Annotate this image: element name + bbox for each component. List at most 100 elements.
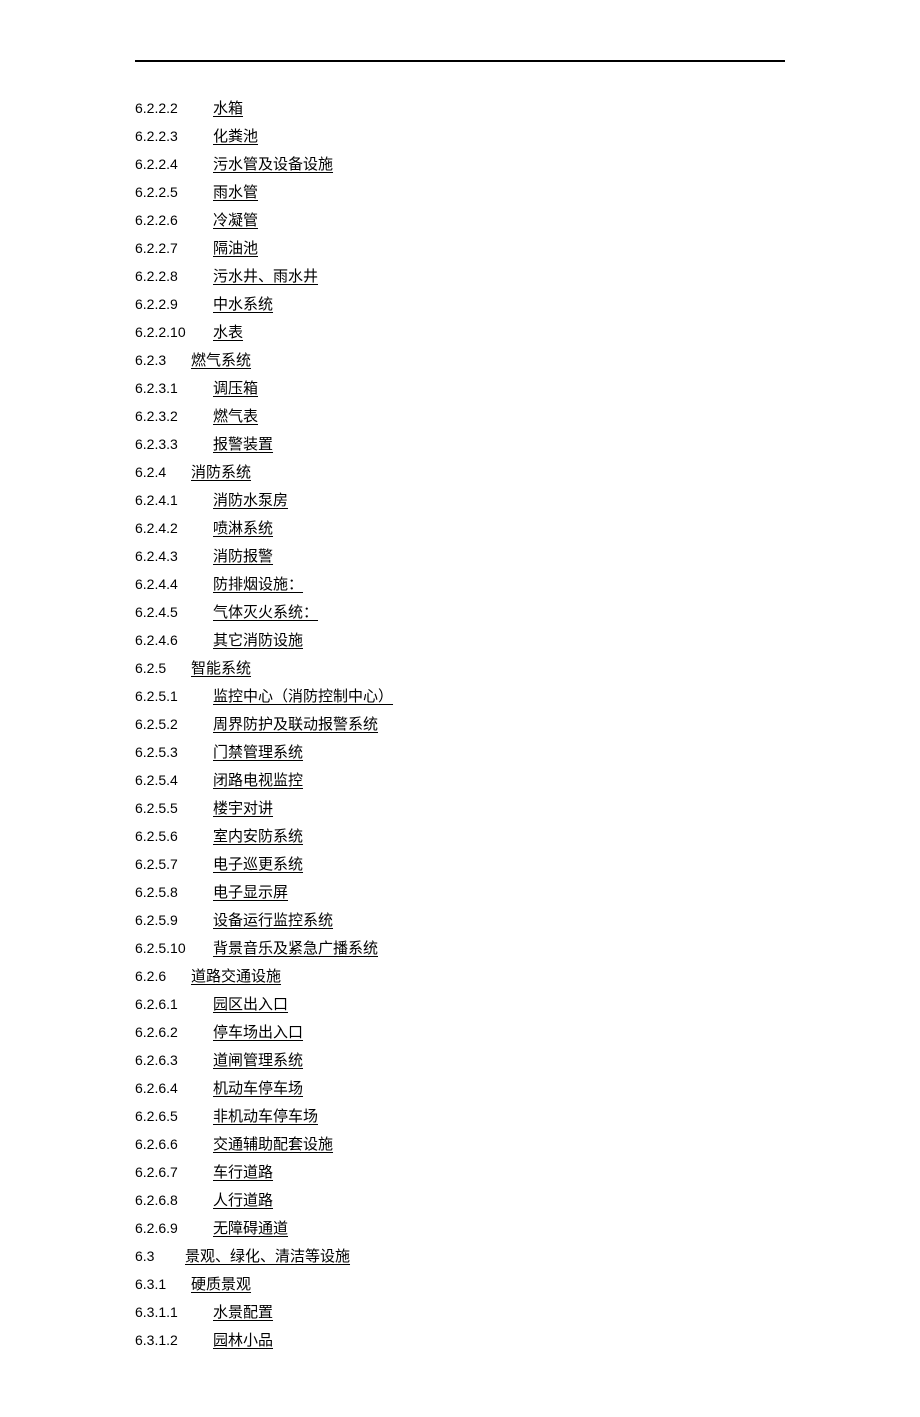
toc-title[interactable]: 门禁管理系统 [213, 741, 303, 765]
document-page: 6.2.2.2水箱 6.2.2.3化粪池 6.2.2.4污水管及设备设施 6.2.2.… [0, 0, 920, 1417]
toc-number: 6.3.1 [135, 1273, 191, 1295]
toc-title[interactable]: 智能系统 [191, 657, 251, 681]
toc-entry: 6.2.2.3化粪池 [135, 125, 785, 149]
toc-title[interactable]: 报警装置 [213, 433, 273, 457]
toc-title[interactable]: 楼宇对讲 [213, 797, 273, 821]
toc-number: 6.2.5.4 [135, 769, 213, 791]
toc-title[interactable]: 调压箱 [213, 377, 258, 401]
toc-number: 6.2.6.4 [135, 1077, 213, 1099]
toc-title[interactable]: 消防水泵房 [213, 489, 288, 513]
toc-entry: 6.2.4.5气体灭火系统： [135, 601, 785, 625]
toc-title[interactable]: 燃气系统 [191, 349, 251, 373]
toc-number: 6.2.4 [135, 461, 191, 483]
toc-title[interactable]: 消防报警 [213, 545, 273, 569]
toc-title[interactable]: 冷凝管 [213, 209, 258, 233]
toc-entry: 6.3.1.1水景配置 [135, 1301, 785, 1325]
toc-number: 6.2.5.5 [135, 797, 213, 819]
toc-number: 6.2.4.2 [135, 517, 213, 539]
toc-number: 6.2.4.3 [135, 545, 213, 567]
toc-entry: 6.2.2.5雨水管 [135, 181, 785, 205]
toc-title[interactable]: 周界防护及联动报警系统 [213, 713, 378, 737]
toc-title[interactable]: 防排烟设施： [213, 573, 303, 597]
toc-number: 6.2.2.3 [135, 125, 213, 147]
toc-title[interactable]: 污水管及设备设施 [213, 153, 333, 177]
toc-title[interactable]: 水箱 [213, 97, 243, 121]
toc-entry: 6.2.4消防系统 [135, 461, 785, 485]
toc-entry: 6.2.2.4污水管及设备设施 [135, 153, 785, 177]
toc-title[interactable]: 机动车停车场 [213, 1077, 303, 1101]
toc-title[interactable]: 水表 [213, 321, 243, 345]
toc-title[interactable]: 隔油池 [213, 237, 258, 261]
toc-title[interactable]: 背景音乐及紧急广播系统 [213, 937, 378, 961]
toc-number: 6.2.4.5 [135, 601, 213, 623]
toc-title[interactable]: 消防系统 [191, 461, 251, 485]
toc-entry: 6.2.5.10背景音乐及紧急广播系统 [135, 937, 785, 961]
toc-number: 6.2.2.9 [135, 293, 213, 315]
toc-title[interactable]: 气体灭火系统： [213, 601, 318, 625]
toc-number: 6.2.2.6 [135, 209, 213, 231]
toc-entry: 6.2.5智能系统 [135, 657, 785, 681]
toc-title[interactable]: 闭路电视监控 [213, 769, 303, 793]
toc-title[interactable]: 园区出入口 [213, 993, 288, 1017]
toc-title[interactable]: 硬质景观 [191, 1273, 251, 1297]
toc-title[interactable]: 污水井、雨水井 [213, 265, 318, 289]
toc-entry: 6.2.5.6室内安防系统 [135, 825, 785, 849]
toc-entry: 6.2.4.2喷淋系统 [135, 517, 785, 541]
toc-entry: 6.3.1.2园林小品 [135, 1329, 785, 1353]
toc-number: 6.2.6.7 [135, 1161, 213, 1183]
toc-entry: 6.2.2.8污水井、雨水井 [135, 265, 785, 289]
toc-title[interactable]: 设备运行监控系统 [213, 909, 333, 933]
toc-entry: 6.2.6.8人行道路 [135, 1189, 785, 1213]
toc-title[interactable]: 道闸管理系统 [213, 1049, 303, 1073]
toc-title[interactable]: 燃气表 [213, 405, 258, 429]
toc-entry: 6.2.3燃气系统 [135, 349, 785, 373]
toc-number: 6.2.4.4 [135, 573, 213, 595]
toc-entry: 6.2.6.9无障碍通道 [135, 1217, 785, 1241]
toc-title[interactable]: 化粪池 [213, 125, 258, 149]
toc-title[interactable]: 喷淋系统 [213, 517, 273, 541]
toc-title[interactable]: 电子显示屏 [213, 881, 288, 905]
toc-entry: 6.2.4.1消防水泵房 [135, 489, 785, 513]
toc-number: 6.2.5 [135, 657, 191, 679]
toc-entry: 6.2.6.5非机动车停车场 [135, 1105, 785, 1129]
toc-title[interactable]: 园林小品 [213, 1329, 273, 1353]
toc-entry: 6.2.5.3门禁管理系统 [135, 741, 785, 765]
toc-entry: 6.2.3.3报警装置 [135, 433, 785, 457]
toc-title[interactable]: 监控中心（消防控制中心） [213, 685, 393, 709]
toc-entry: 6.2.6.4机动车停车场 [135, 1077, 785, 1101]
toc-entry: 6.2.5.5楼宇对讲 [135, 797, 785, 821]
toc-title[interactable]: 其它消防设施 [213, 629, 303, 653]
toc-title[interactable]: 室内安防系统 [213, 825, 303, 849]
toc-title[interactable]: 停车场出入口 [213, 1021, 303, 1045]
toc-entry: 6.2.3.2燃气表 [135, 405, 785, 429]
toc-title[interactable]: 道路交通设施 [191, 965, 281, 989]
toc-title[interactable]: 车行道路 [213, 1161, 273, 1185]
toc-entry: 6.3景观、绿化、清洁等设施 [135, 1245, 785, 1269]
toc-number: 6.2.5.7 [135, 853, 213, 875]
header-rule [135, 60, 785, 62]
toc-title[interactable]: 雨水管 [213, 181, 258, 205]
toc-title[interactable]: 电子巡更系统 [213, 853, 303, 877]
toc-number: 6.2.5.9 [135, 909, 213, 931]
toc-title[interactable]: 水景配置 [213, 1301, 273, 1325]
toc-entry: 6.2.5.9设备运行监控系统 [135, 909, 785, 933]
toc-entry: 6.2.6.2停车场出入口 [135, 1021, 785, 1045]
toc-title[interactable]: 交通辅助配套设施 [213, 1133, 333, 1157]
toc-title[interactable]: 无障碍通道 [213, 1217, 288, 1241]
toc-entry: 6.2.4.6其它消防设施 [135, 629, 785, 653]
toc-title[interactable]: 人行道路 [213, 1189, 273, 1213]
toc-number: 6.2.2.5 [135, 181, 213, 203]
toc-title[interactable]: 中水系统 [213, 293, 273, 317]
toc-number: 6.2.2.7 [135, 237, 213, 259]
toc-number: 6.2.6.6 [135, 1133, 213, 1155]
toc-entry: 6.2.5.7电子巡更系统 [135, 853, 785, 877]
toc-entry: 6.2.2.2水箱 [135, 97, 785, 121]
toc-title[interactable]: 非机动车停车场 [213, 1105, 318, 1129]
toc-number: 6.2.6.2 [135, 1021, 213, 1043]
toc-number: 6.2.5.3 [135, 741, 213, 763]
toc-entry: 6.2.6.3道闸管理系统 [135, 1049, 785, 1073]
toc-entry: 6.2.2.7隔油池 [135, 237, 785, 261]
toc-number: 6.2.4.6 [135, 629, 213, 651]
toc-title[interactable]: 景观、绿化、清洁等设施 [185, 1245, 350, 1269]
toc-entry: 6.2.3.1调压箱 [135, 377, 785, 401]
